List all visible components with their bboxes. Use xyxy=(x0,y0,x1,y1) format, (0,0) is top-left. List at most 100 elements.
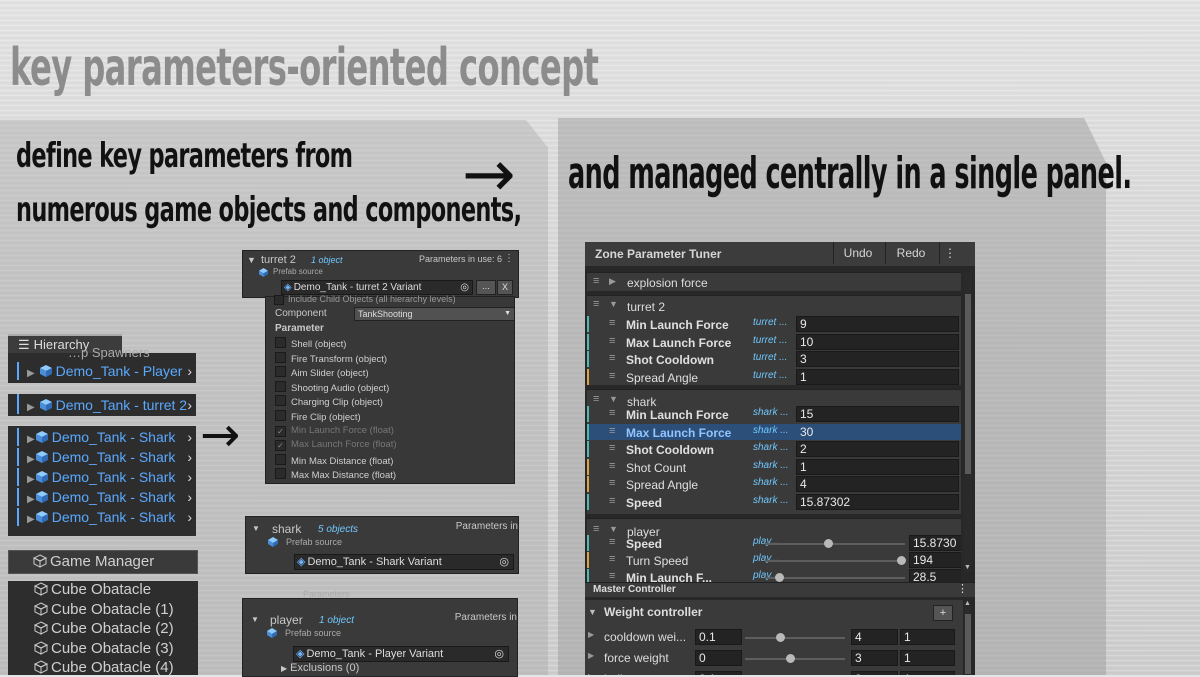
slider-track[interactable] xyxy=(745,658,845,660)
foldout-arrow-icon[interactable]: ▼ xyxy=(251,615,259,624)
target-icon[interactable]: ◎ xyxy=(499,555,509,569)
drag-handle-icon[interactable]: ≡ xyxy=(609,370,615,382)
parameter-toggle[interactable]: Shooting Audio (object) xyxy=(275,380,389,394)
parameter-row[interactable]: ≡ Min Launch Force turret ... 9 xyxy=(587,316,961,332)
drag-handle-icon[interactable]: ≡ xyxy=(593,298,599,310)
checkbox[interactable] xyxy=(275,380,286,392)
parameter-row[interactable]: ≡ Min Launch F... play... 28.5 xyxy=(587,569,961,583)
parameter-row[interactable]: ≡ Shot Count shark ... 1 xyxy=(587,458,961,475)
value-field[interactable]: 1 xyxy=(900,671,955,675)
slider-knob[interactable] xyxy=(786,654,795,663)
value-field[interactable]: 15.87302 xyxy=(796,494,959,510)
kebab-menu-icon[interactable]: ⋮ xyxy=(939,242,960,264)
weight-row[interactable]: ▶ cooldown wei... 0.1 4 1 xyxy=(585,628,963,646)
drag-handle-icon[interactable]: ≡ xyxy=(609,477,615,489)
slider-knob[interactable] xyxy=(896,556,906,565)
parameter-row[interactable]: ≡ Shot Cooldown shark ... 2 xyxy=(587,441,961,458)
expand-arrow-icon[interactable]: ▶ xyxy=(588,630,594,639)
hierarchy-item-obstacle[interactable]: Cube Obatacle (3) xyxy=(8,640,198,658)
parameter-toggle[interactable]: Max Max Distance (float) xyxy=(275,468,396,481)
checkbox[interactable] xyxy=(275,337,286,348)
value-field[interactable]: 3 xyxy=(796,351,959,367)
hierarchy-item-shark[interactable]: ▶ Demo_Tank - Shark › xyxy=(8,508,196,526)
checkbox[interactable] xyxy=(275,351,286,363)
value-field[interactable]: 1 xyxy=(796,368,959,385)
include-child-toggle[interactable]: Include Child Objects (all hierarchy lev… xyxy=(274,294,456,305)
value-field[interactable]: 10 xyxy=(796,333,959,350)
parameter-toggle[interactable]: Charging Clip (object) xyxy=(275,395,383,408)
exclusions-foldout[interactable]: ▶ Exclusions (0) xyxy=(281,662,359,674)
foldout-arrow-icon[interactable]: ▼ xyxy=(252,524,260,533)
redo-button[interactable]: Redo xyxy=(885,242,936,264)
collapse-arrow-icon[interactable]: ▼ xyxy=(609,394,618,404)
parameter-toggle[interactable]: Min Max Distance (float) xyxy=(275,453,393,467)
value-field[interactable]: 30 xyxy=(796,423,959,440)
drag-handle-icon[interactable]: ≡ xyxy=(609,553,615,565)
hierarchy-item-turret[interactable]: ▶ Demo_Tank - turret 2 › xyxy=(8,394,196,416)
parameter-row[interactable]: ≡ Min Launch Force shark ... 15 xyxy=(587,406,961,422)
max-field[interactable]: 4 xyxy=(851,629,898,645)
parameter-row[interactable]: ≡ Shot Cooldown turret ... 3 xyxy=(587,351,961,367)
undo-button[interactable]: Undo xyxy=(833,242,882,264)
drag-handle-icon[interactable]: ≡ xyxy=(609,352,615,364)
parameter-toggle[interactable]: Fire Clip (object) xyxy=(275,410,361,423)
hierarchy-item-obstacle[interactable]: Cube Obatacle xyxy=(8,581,198,599)
drag-handle-icon[interactable]: ≡ xyxy=(593,275,599,287)
drag-handle-icon[interactable]: ≡ xyxy=(609,495,615,507)
prefab-field[interactable]: ◈ Demo_Tank - Shark Variant ◎ xyxy=(294,554,514,570)
min-field[interactable]: 0.1 xyxy=(695,629,742,645)
scrollbar-top[interactable]: ▼ xyxy=(964,272,972,572)
min-field[interactable]: 0.1 xyxy=(695,671,742,675)
drag-handle-icon[interactable]: ≡ xyxy=(609,536,615,548)
parameter-row[interactable]: ≡ Turn Speed play... 194 xyxy=(587,552,961,568)
parameter-toggle[interactable]: ✓ Min Launch Force (float) xyxy=(275,425,394,437)
hierarchy-item-game-manager[interactable]: Game Manager xyxy=(8,550,198,574)
hierarchy-item-obstacle[interactable]: Cube Obatacle (1) xyxy=(8,601,198,619)
hierarchy-item-shark[interactable]: ▶ Demo_Tank - Shark › xyxy=(8,488,196,506)
drag-handle-icon[interactable]: ≡ xyxy=(609,570,615,582)
scroll-down-icon[interactable]: ▼ xyxy=(964,564,971,571)
foldout-arrow-icon[interactable]: ▼ xyxy=(247,255,256,265)
slider-track[interactable] xyxy=(765,577,905,579)
add-button[interactable]: + xyxy=(933,605,953,621)
target-icon[interactable]: ◎ xyxy=(460,281,469,294)
checkbox[interactable] xyxy=(275,410,286,421)
slider-knob[interactable] xyxy=(775,573,784,582)
drag-handle-icon[interactable]: ≡ xyxy=(593,523,599,535)
parameter-toggle[interactable]: ✓ Max Launch Force (float) xyxy=(275,439,397,452)
checkbox-checked[interactable]: ✓ xyxy=(275,425,286,437)
max-field[interactable]: 3 xyxy=(851,671,898,675)
value-field[interactable]: 9 xyxy=(796,316,959,332)
weight-row[interactable]: ▶ force weight 0 3 1 xyxy=(585,649,963,667)
drag-handle-icon[interactable]: ≡ xyxy=(609,442,615,454)
slider-knob[interactable] xyxy=(776,633,785,642)
parameter-row[interactable]: ≡ Speed shark ... 15.87302 xyxy=(587,494,961,510)
slider-knob[interactable] xyxy=(824,539,833,548)
prefab-field[interactable]: ◈ Demo_Tank - turret 2 Variant ◎ xyxy=(281,280,473,295)
close-button[interactable]: X xyxy=(497,280,513,295)
drag-handle-icon[interactable]: ≡ xyxy=(609,335,615,347)
expand-arrow-icon[interactable]: ▶ xyxy=(609,276,616,287)
collapse-arrow-icon[interactable]: ▼ xyxy=(609,524,618,534)
scrollbar-bottom[interactable]: ▲ xyxy=(964,600,972,675)
slider-track[interactable] xyxy=(745,637,845,639)
drag-handle-icon[interactable]: ≡ xyxy=(593,393,599,405)
prefab-field[interactable]: ◈ Demo_Tank - Player Variant ◎ xyxy=(293,646,509,662)
scroll-up-icon[interactable]: ▲ xyxy=(964,600,971,607)
parameter-row[interactable]: ≡ Max Launch Force turret ... 10 xyxy=(587,333,961,350)
kebab-menu-icon[interactable]: ⋮ xyxy=(957,582,968,595)
collapse-arrow-icon[interactable]: ▼ xyxy=(609,299,618,309)
value-field[interactable]: 1 xyxy=(900,629,955,645)
value-field[interactable]: 1 xyxy=(900,650,955,666)
collapse-arrow-icon[interactable]: ▼ xyxy=(588,607,597,617)
hierarchy-item-obstacle[interactable]: Cube Obatacle (4) xyxy=(8,659,198,677)
slider-track[interactable] xyxy=(765,543,905,545)
parameter-row[interactable]: ≡ Max Launch Force shark ... 30 xyxy=(587,423,961,440)
value-field[interactable]: 194 xyxy=(909,552,961,568)
component-dropdown[interactable]: TankShooting ▼ xyxy=(354,307,515,321)
parameter-toggle[interactable]: Aim Slider (object) xyxy=(275,366,369,379)
scrollbar-thumb[interactable] xyxy=(965,294,971,474)
drag-handle-icon[interactable]: ≡ xyxy=(609,317,615,329)
value-field[interactable]: 15 xyxy=(796,406,959,422)
parameter-row[interactable]: ≡ Spread Angle shark ... 4 xyxy=(587,476,961,493)
